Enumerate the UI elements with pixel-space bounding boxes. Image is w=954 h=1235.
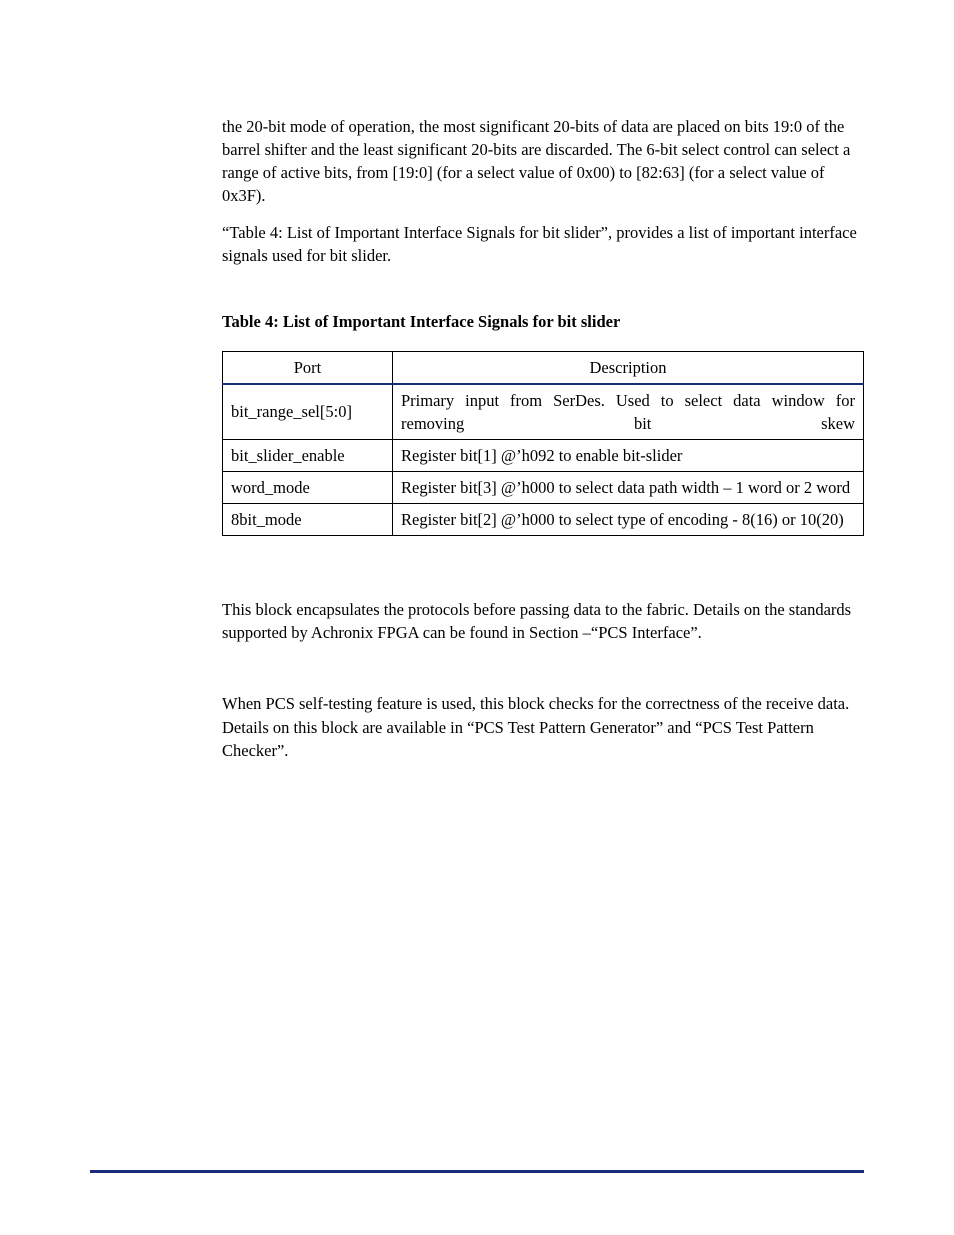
table-header-port: Port xyxy=(223,351,393,384)
table-caption: Table 4: List of Important Interface Sig… xyxy=(222,310,864,333)
table-row: 8bit_mode Register bit[2] @’h000 to sele… xyxy=(223,504,864,536)
cell-port: 8bit_mode xyxy=(223,504,393,536)
table-header-description: Description xyxy=(393,351,864,384)
paragraph-selftest: When PCS self-testing feature is used, t… xyxy=(222,692,864,761)
table-row: bit_range_sel[5:0] Primary input from Se… xyxy=(223,384,864,440)
signals-table: Port Description bit_range_sel[5:0] Prim… xyxy=(222,351,864,537)
cell-description: Register bit[1] @’h092 to enable bit-sli… xyxy=(393,439,864,471)
paragraph-encapsulate: This block encapsulates the protocols be… xyxy=(222,598,864,644)
footer-rule xyxy=(90,1170,864,1173)
cell-description: Primary input from SerDes. Used to selec… xyxy=(393,384,864,440)
table-row: bit_slider_enable Register bit[1] @’h092… xyxy=(223,439,864,471)
cell-description: Register bit[2] @’h000 to select type of… xyxy=(393,504,864,536)
cell-port: bit_range_sel[5:0] xyxy=(223,384,393,440)
cell-description: Register bit[3] @’h000 to select data pa… xyxy=(393,472,864,504)
cell-port: word_mode xyxy=(223,472,393,504)
paragraph-table-ref: “Table 4: List of Important Interface Si… xyxy=(222,221,864,267)
table-row: word_mode Register bit[3] @’h000 to sele… xyxy=(223,472,864,504)
paragraph-intro: the 20-bit mode of operation, the most s… xyxy=(222,115,864,207)
cell-port: bit_slider_enable xyxy=(223,439,393,471)
